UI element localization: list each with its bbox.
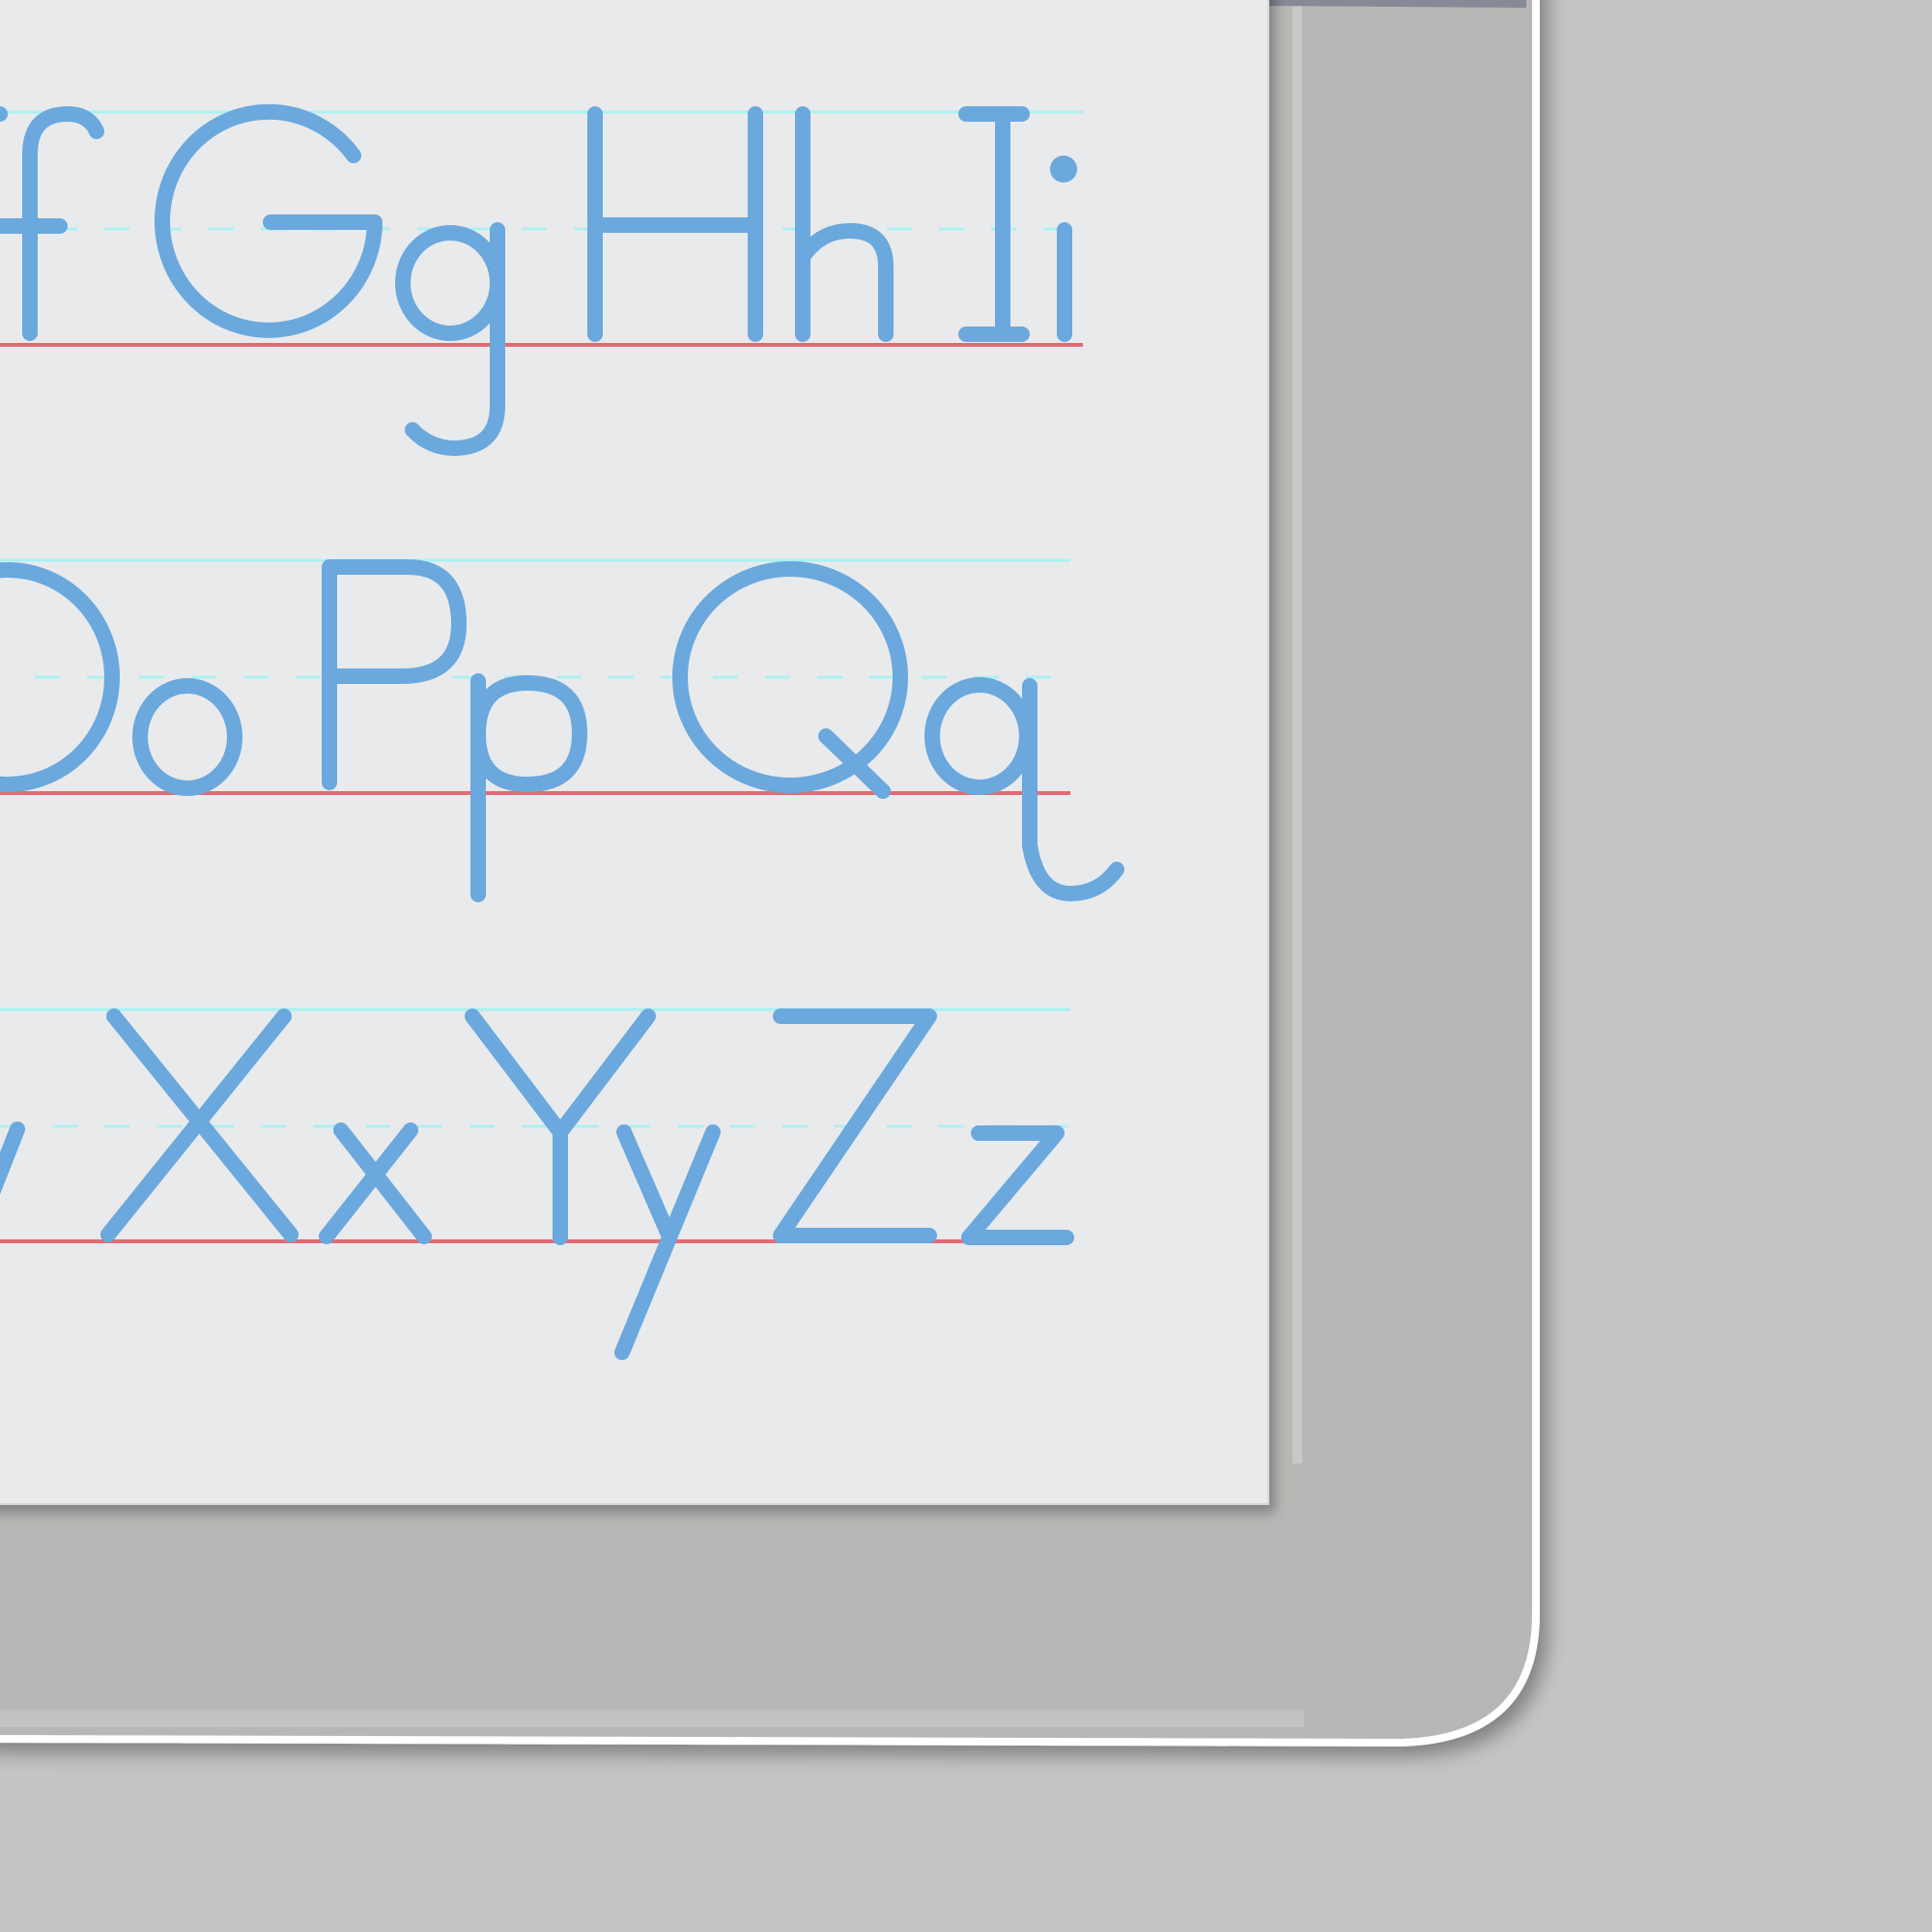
tablet-scene xyxy=(0,0,1932,1932)
scene-canvas xyxy=(0,0,1932,1932)
side-highlight xyxy=(1293,0,1302,1463)
bezel-highlight xyxy=(0,1710,1304,1727)
